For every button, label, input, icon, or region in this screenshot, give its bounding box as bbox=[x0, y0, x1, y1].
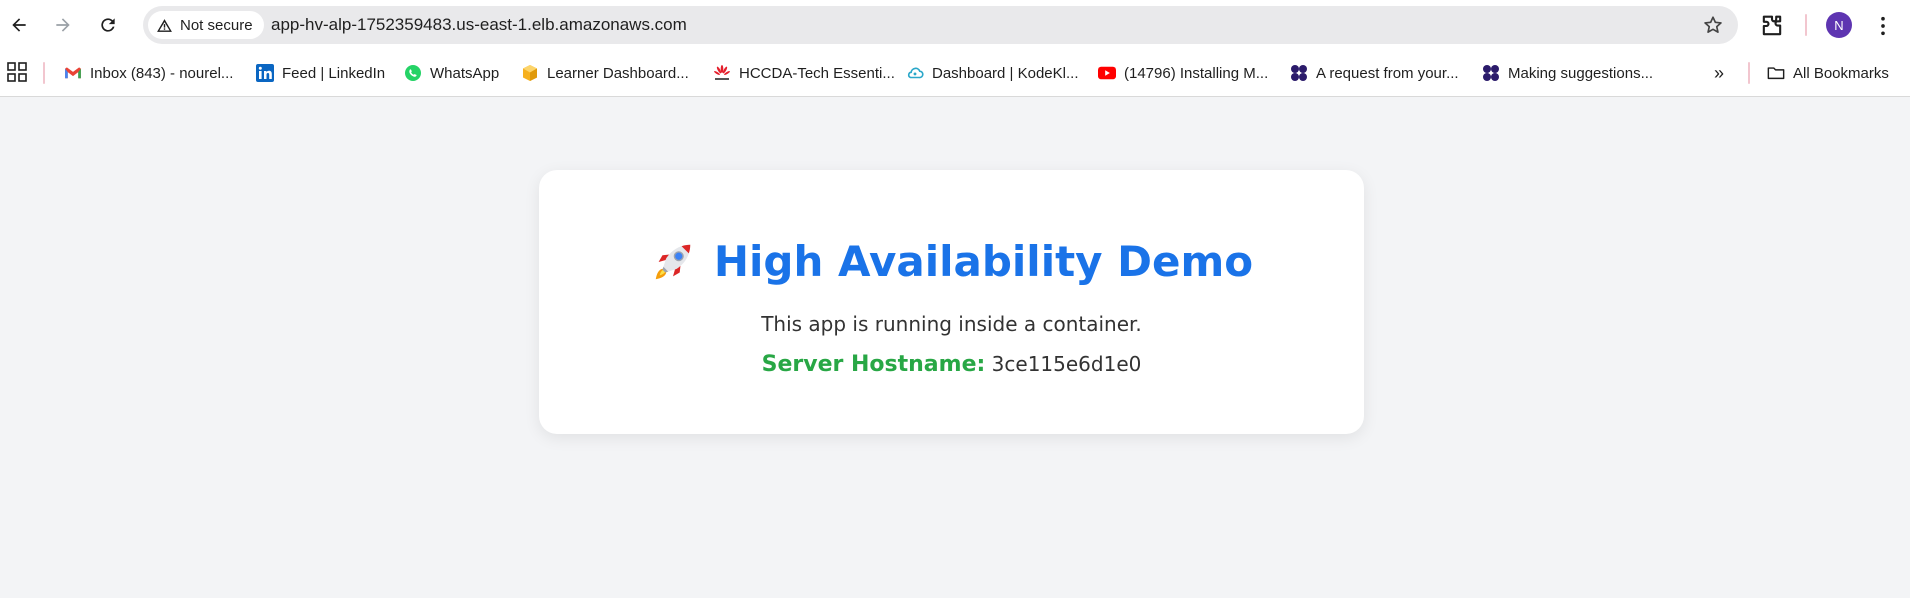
forward-icon bbox=[56, 18, 70, 32]
youtube-icon bbox=[1098, 64, 1116, 82]
extensions-icon[interactable] bbox=[1758, 12, 1786, 40]
rocket-icon bbox=[655, 244, 691, 279]
bookmark-label: WhatsApp bbox=[430, 64, 500, 82]
security-label: Not secure bbox=[180, 16, 253, 34]
bookmark-label: (14796) Installing M... bbox=[1124, 64, 1269, 82]
bookmarks-divider bbox=[43, 62, 45, 84]
menu-button[interactable] bbox=[1872, 12, 1894, 40]
whatsapp-icon bbox=[404, 64, 422, 82]
linkedin-icon bbox=[256, 64, 274, 82]
browser-toolbar: Not secure app-hv-alp-1752359483.us-east… bbox=[0, 0, 1910, 50]
page-title-row: High Availability Demo bbox=[539, 237, 1364, 286]
dots-icon bbox=[1482, 64, 1500, 82]
bookmark-whatsapp[interactable]: WhatsApp bbox=[404, 62, 499, 84]
bookmark-label: Learner Dashboard... bbox=[547, 64, 689, 82]
bookmark-suggestions[interactable]: Making suggestions... bbox=[1482, 62, 1653, 84]
url-text[interactable]: app-hv-alp-1752359483.us-east-1.elb.amaz… bbox=[271, 15, 687, 35]
back-icon bbox=[12, 18, 26, 32]
hostname-value: 3ce115e6d1e0 bbox=[991, 352, 1142, 376]
gmail-icon bbox=[64, 64, 82, 82]
address-bar[interactable]: Not secure app-hv-alp-1752359483.us-east… bbox=[143, 6, 1738, 44]
page-title: High Availability Demo bbox=[713, 237, 1254, 286]
bookmark-label: Feed | LinkedIn bbox=[282, 64, 386, 82]
bookmark-gmail[interactable]: Inbox (843) - nourel... bbox=[64, 62, 233, 84]
hostname-label: Server Hostname: bbox=[761, 352, 986, 377]
folder-icon bbox=[1767, 64, 1785, 82]
reload-icon bbox=[101, 18, 115, 32]
all-bookmarks-label: All Bookmarks bbox=[1793, 64, 1889, 82]
bookmarks-bar: Inbox (843) - nourel... Feed | LinkedIn … bbox=[0, 50, 1910, 97]
bookmark-learner-dashboard[interactable]: Learner Dashboard... bbox=[521, 62, 689, 84]
menu-icon bbox=[1881, 16, 1885, 36]
bookmark-label: Inbox (843) - nourel... bbox=[90, 64, 234, 82]
huawei-icon bbox=[713, 64, 731, 82]
star-icon[interactable] bbox=[1702, 14, 1724, 36]
bookmark-request[interactable]: A request from your... bbox=[1290, 62, 1459, 84]
bookmark-label: Making suggestions... bbox=[1508, 64, 1654, 82]
warning-icon bbox=[157, 18, 172, 32]
bookmarks-divider bbox=[1748, 62, 1750, 84]
hostname-line: Server Hostname: 3ce115e6d1e0 bbox=[539, 352, 1364, 377]
apps-grid-icon[interactable] bbox=[7, 62, 27, 82]
bookmark-label: HCCDA-Tech Essenti... bbox=[739, 64, 895, 82]
forward-button[interactable] bbox=[49, 11, 77, 39]
toolbar-divider bbox=[1805, 14, 1807, 36]
bookmark-hccda[interactable]: HCCDA-Tech Essenti... bbox=[713, 62, 895, 84]
box-icon bbox=[521, 64, 539, 82]
demo-card: High Availability Demo This app is runni… bbox=[539, 170, 1364, 434]
kodekloud-icon bbox=[906, 64, 924, 82]
bookmark-linkedin[interactable]: Feed | LinkedIn bbox=[256, 62, 385, 84]
all-bookmarks-button[interactable]: All Bookmarks bbox=[1767, 62, 1889, 84]
back-button[interactable] bbox=[5, 11, 33, 39]
bookmark-label: A request from your... bbox=[1316, 64, 1459, 82]
bookmark-label: Dashboard | KodeKl... bbox=[932, 64, 1079, 82]
reload-button[interactable] bbox=[94, 11, 122, 39]
bookmark-kodekloud[interactable]: Dashboard | KodeKl... bbox=[906, 62, 1078, 84]
page-subtitle: This app is running inside a container. bbox=[761, 312, 1142, 336]
bookmarks-overflow-button[interactable]: » bbox=[1708, 62, 1730, 84]
profile-avatar[interactable]: N bbox=[1826, 12, 1852, 38]
dots-icon bbox=[1290, 64, 1308, 82]
bookmark-youtube[interactable]: (14796) Installing M... bbox=[1098, 62, 1268, 84]
security-chip[interactable]: Not secure bbox=[148, 11, 264, 39]
